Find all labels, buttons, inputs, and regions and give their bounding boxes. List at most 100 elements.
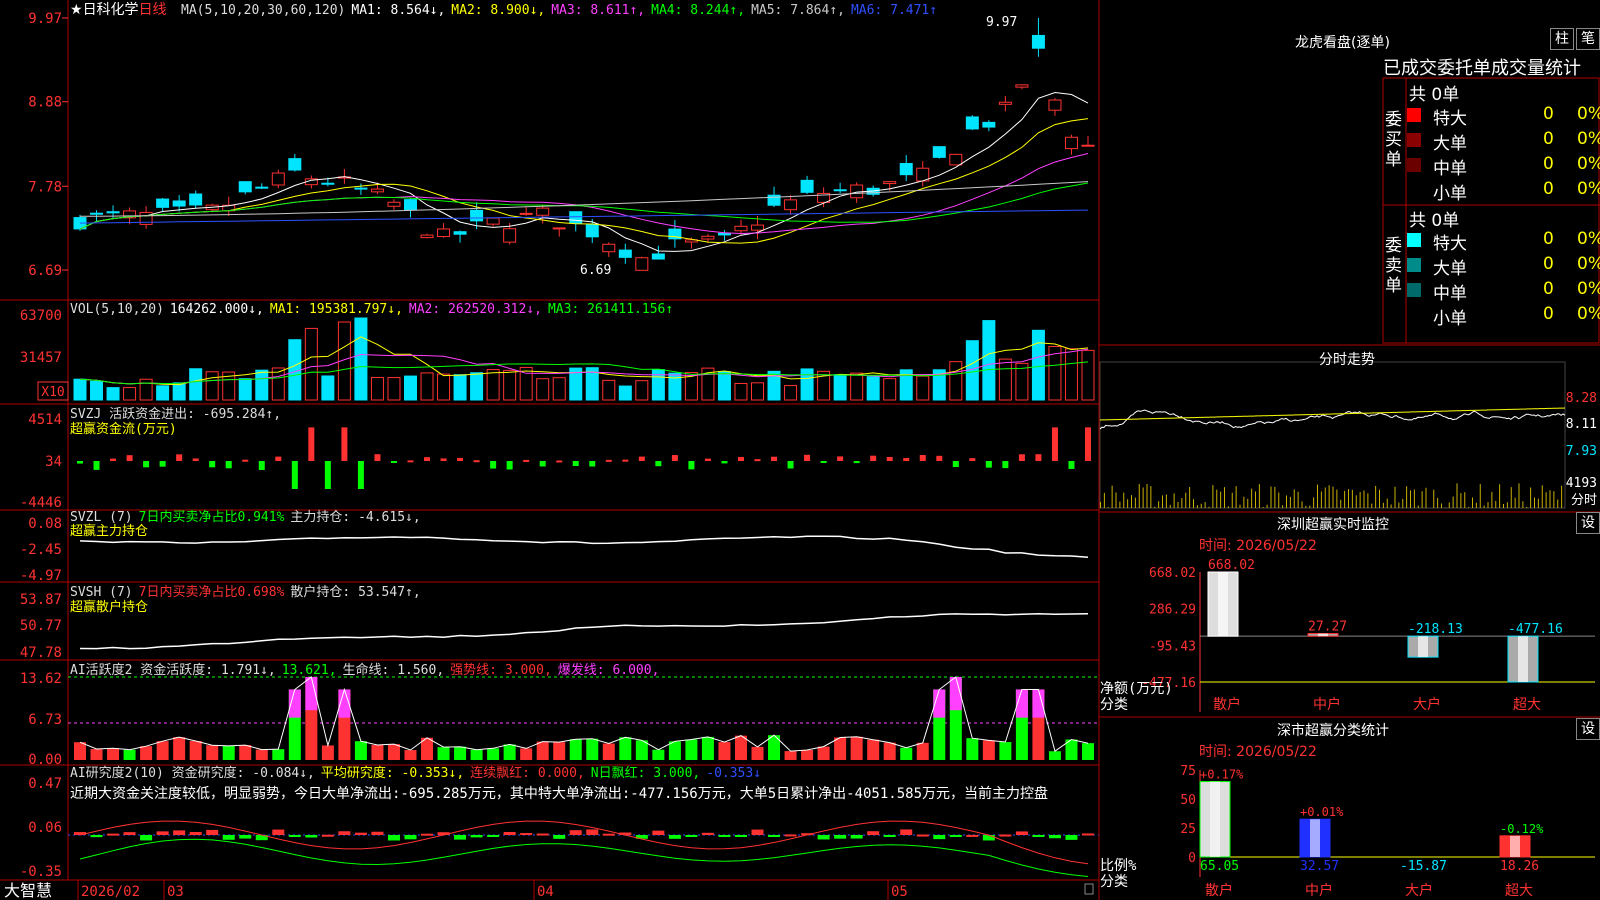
order-percent: 0% [1577,254,1600,274]
ai2-bar [933,835,946,840]
ai2-bar [685,835,698,837]
volume-bar [751,382,765,401]
volume-bar [883,378,897,401]
svzj-bar [126,455,133,461]
ai1-bar [255,749,268,760]
order-percent: 0% [1577,229,1600,249]
ai2-bar [569,830,582,835]
ai2-bar [90,835,103,838]
ai2-bar [916,834,929,837]
candle-body [602,243,616,253]
svzj-bar [556,460,563,463]
svzj-bar [1068,461,1075,469]
volume-bar [998,358,1012,401]
candle-body [569,211,583,224]
svzl-legend: SVZL (7) 7日内买卖净占比0.941% 主力持仓: -4.615↓, [70,509,421,525]
svzj-bar [209,461,216,468]
monitor-time: 时间: 2026/05/22 [1199,538,1317,554]
panel-category-title: 深市超赢分类统计 [1277,723,1389,739]
volume-bar [321,375,335,401]
ai2-bar [701,832,714,835]
svzj-bar [225,461,232,469]
svzj-bar [605,459,612,462]
candle-body [437,228,451,237]
candle-body [982,121,996,128]
ai1-bar [239,745,252,760]
category-time: 时间: 2026/05/22 [1199,744,1317,760]
volume-bar [552,377,566,401]
svzj-bar [936,455,943,461]
svzj-bar [837,456,844,461]
svzj-bar [655,461,662,467]
ai1-axis-label: 13.62 [20,671,62,687]
candle-body [734,225,748,232]
tab-volume-stats[interactable]: 成交量统计 [1491,58,1581,79]
tab-filled[interactable]: 已成交 [1383,58,1437,79]
date-label: 04 [537,884,554,900]
legend-swatch [1407,108,1421,122]
order-count: 0 [1543,129,1554,149]
svzj-bar [969,458,976,461]
ai1-bar [751,746,764,760]
candle-body [784,199,798,211]
svzl-axis-label: 0.08 [28,516,62,532]
ai1-bar [883,742,896,760]
volume-bar [139,378,153,401]
tab-orders[interactable]: 委托单 [1437,58,1491,79]
ai1-bar [801,749,814,760]
ai2-legend: AI研究度2(10) 资金研究度: -0.084↓, 平均研究度: -0.353↓… [70,765,761,781]
svzj-bar [93,461,100,470]
ai2-bar [834,835,847,839]
candle-body [172,200,186,207]
ai2-bar [784,834,797,837]
svzj-subtitle: 超赢资金流(万元) [70,421,177,437]
monitor-settings-button[interactable]: 设 [1576,512,1600,534]
svzj-bar [242,459,249,462]
vol-axis-label: 63700 [20,308,62,324]
legend-swatch [1407,133,1421,147]
ai2-bar [288,835,301,837]
candle-body [1064,136,1078,150]
ai1-bar [437,747,450,760]
order-count: 0 [1543,104,1554,124]
price-axis-label: 6.69 [28,263,62,279]
ai1-bar [74,742,86,760]
ai1-bar [668,741,681,760]
tick-mode-button[interactable]: 笔 [1576,28,1600,50]
ai1-bar [90,749,103,760]
candle-body [255,186,269,189]
ai2-bar [817,835,830,840]
volume-bar [90,380,104,401]
candle-body [701,235,715,240]
category-settings-button[interactable]: 设 [1576,718,1600,740]
svzj-bar [176,454,183,461]
order-percent: 0% [1577,104,1600,124]
candle-body [998,101,1012,105]
ai2-bar [553,835,566,839]
volume-bar [238,378,252,401]
ai1-bar [586,738,599,760]
ai2-note: 近期大资金关注度较低，明显弱势，今日大单净流出:-695.285万元，其中特大单… [70,785,1048,802]
ai2-bar [173,830,186,835]
volume-bar [866,376,880,401]
order-count: 0 [1543,179,1554,199]
ai2-bar [536,833,549,836]
volume-bar [717,371,731,401]
ai1-bar [867,739,880,760]
ai1-bar [404,750,417,760]
brand-label: 大智慧 [4,881,52,900]
volume-bar [982,320,996,401]
svsh-legend: SVSH (7) 7日内买卖净占比0.698% 散户持仓: 53.547↑, [70,584,421,600]
ai1-bar [387,744,400,760]
order-total: 共 0单 [1409,211,1460,231]
candle-body [965,116,979,130]
svzj-bar [407,460,414,463]
ai1-bar [1048,751,1061,760]
legend-swatch [1407,183,1421,197]
svzj-bar [457,457,464,461]
svzj-bar [341,427,348,461]
svzj-legend: SVZJ 活跃资金进出: -695.284↑, [70,406,281,422]
bar-mode-button[interactable]: 柱 [1550,28,1574,50]
ai1-bar [222,745,235,760]
order-side-label: 委买单 [1385,110,1402,170]
